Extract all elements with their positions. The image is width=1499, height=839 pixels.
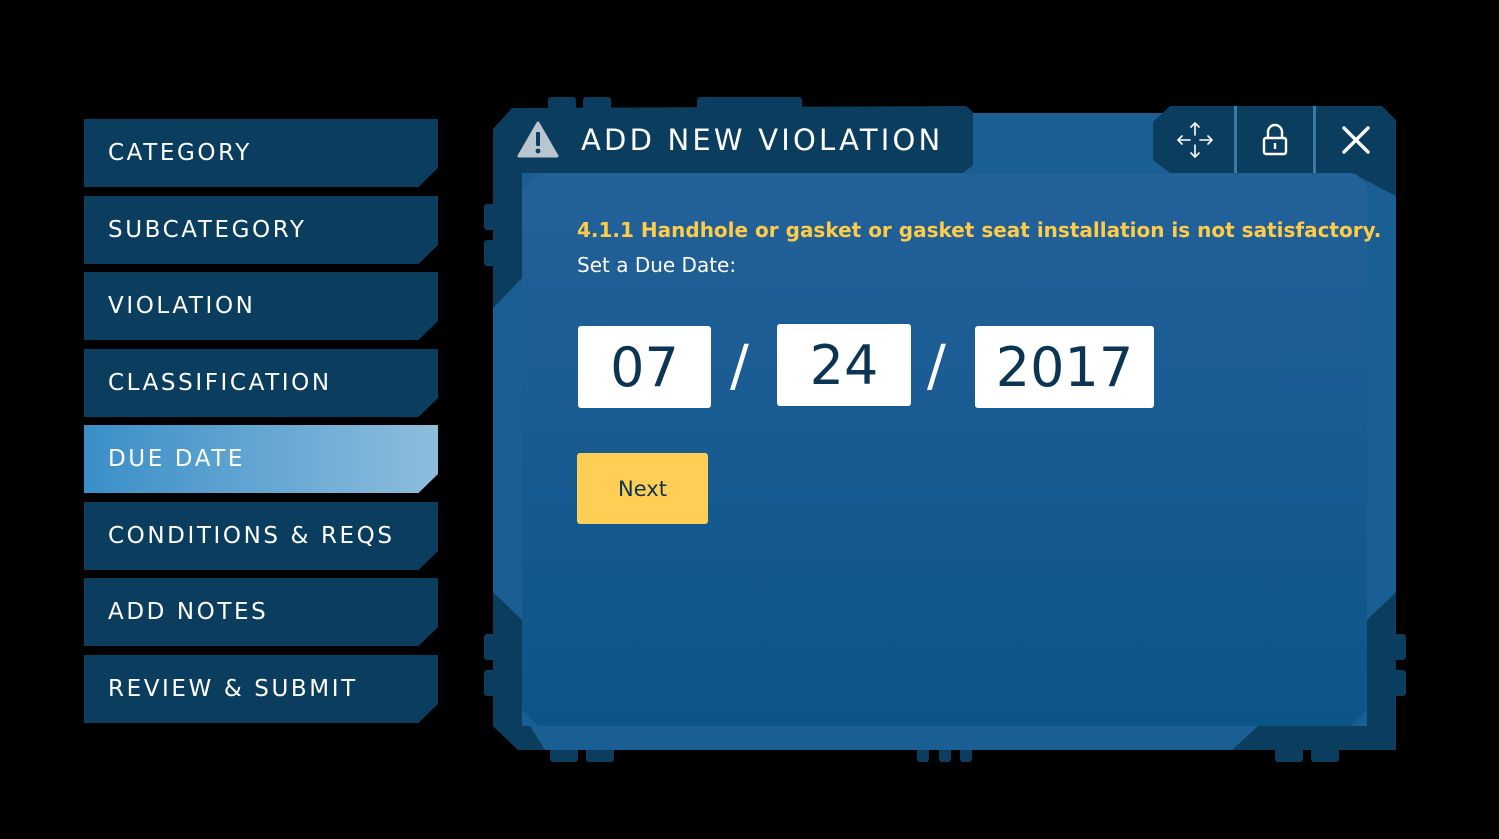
lock-button[interactable] [1237,106,1313,174]
due-date-label: Set a Due Date: [577,253,737,277]
date-separator: / [730,334,749,399]
warning-icon [517,121,559,158]
lock-icon [1262,123,1288,156]
violation-description: 4.1.1 Handhole or gasket or gasket seat … [577,218,1382,242]
close-button[interactable] [1316,106,1396,174]
date-separator: / [927,334,946,399]
day-input[interactable]: 24 [777,324,911,406]
stage: CATEGORY SUBCATEGORY VIOLATION CLASSIFIC… [0,0,1499,839]
move-icon [1177,122,1213,158]
dialog-title: ADD NEW VIOLATION [581,123,944,157]
month-input[interactable]: 07 [578,326,711,408]
close-icon [1342,126,1370,154]
year-input[interactable]: 2017 [975,326,1154,408]
next-button[interactable]: Next [577,453,708,524]
move-button[interactable] [1156,106,1234,174]
